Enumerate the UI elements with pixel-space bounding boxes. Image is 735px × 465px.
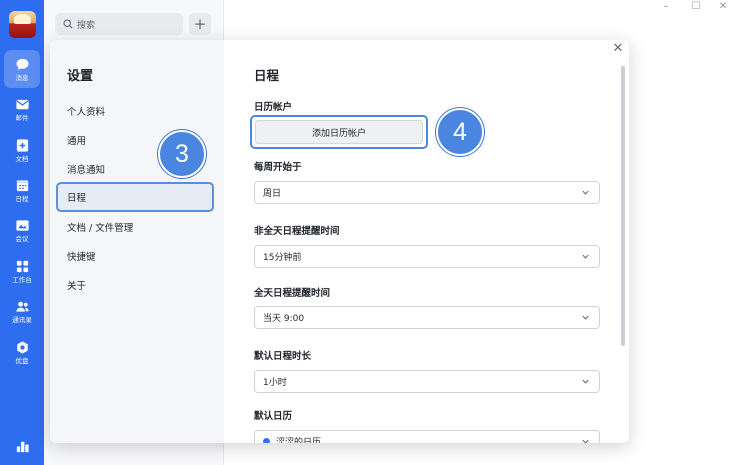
week-start-label: 每周开始于 xyxy=(254,162,302,173)
app-sidebar: 消息 邮件 文档 日程 会议 工作台 通讯录 优盘 xyxy=(0,0,44,465)
panel-title: 日程 xyxy=(254,68,280,83)
search-icon xyxy=(63,19,73,29)
avatar[interactable] xyxy=(9,11,36,38)
sidebar-item-docs[interactable]: 文档 xyxy=(0,131,44,169)
create-button[interactable]: + xyxy=(189,13,211,35)
step-badge-4: 4 xyxy=(436,108,484,156)
sidebar-item-label: 会议 xyxy=(15,234,29,243)
minimize-icon: – xyxy=(663,1,669,12)
sidebar-item-workplace[interactable]: 工作台 xyxy=(0,252,44,290)
sidebar-item-label: 日程 xyxy=(15,194,29,203)
maximize-button[interactable]: ☐ xyxy=(686,0,706,13)
minimize-button[interactable]: – xyxy=(656,0,676,13)
sidebar-item-meetings[interactable]: 会议 xyxy=(0,211,44,249)
sidebar-item-label: 工作台 xyxy=(12,275,32,284)
nav-item-about[interactable]: 关于 xyxy=(56,270,214,300)
default-calendar-label: 默认日历 xyxy=(254,411,293,422)
chevron-down-icon xyxy=(582,190,589,195)
add-calendar-account-button[interactable]: 添加日历帐户 xyxy=(250,115,428,149)
nav-item-profile[interactable]: 个人资料 xyxy=(56,96,214,126)
sidebar-item-mail[interactable]: 邮件 xyxy=(0,90,44,128)
window-close-icon: ✕ xyxy=(718,1,728,12)
default-calendar-select[interactable]: 涩涩的日历 xyxy=(254,430,600,443)
week-start-select[interactable]: 周日 xyxy=(254,181,600,204)
nav-item-docs-files[interactable]: 文档 / 文件管理 xyxy=(56,212,214,242)
sidebar-item-apps[interactable] xyxy=(0,427,44,465)
step-badge-3: 3 xyxy=(158,130,206,178)
chevron-down-icon xyxy=(582,315,589,320)
add-calendar-account-label: 添加日历帐户 xyxy=(255,120,423,144)
scrollbar[interactable] xyxy=(621,66,625,346)
sidebar-item-drive[interactable]: 优盘 xyxy=(0,333,44,371)
sidebar-item-label: 优盘 xyxy=(15,356,29,365)
chevron-down-icon xyxy=(582,439,589,443)
non-allday-reminder-value: 15分钟前 xyxy=(263,253,302,263)
settings-title: 设置 xyxy=(67,69,94,84)
mail-icon xyxy=(15,99,29,109)
allday-reminder-select[interactable]: 当天 9:00 xyxy=(254,306,600,329)
close-icon: ✕ xyxy=(612,41,624,56)
default-calendar-value: 涩涩的日历 xyxy=(276,438,322,443)
sidebar-item-messages[interactable]: 消息 xyxy=(4,50,40,88)
sidebar-item-label: 通讯录 xyxy=(12,315,32,324)
default-duration-select[interactable]: 1小时 xyxy=(254,370,600,393)
settings-dialog: 设置 个人资料 通用 消息通知 日程 文档 / 文件管理 快捷键 关于 日程 日… xyxy=(50,40,629,443)
chevron-down-icon xyxy=(582,379,589,384)
apps-icon xyxy=(16,441,29,452)
non-allday-reminder-select[interactable]: 15分钟前 xyxy=(254,245,600,268)
nav-item-shortcuts[interactable]: 快捷键 xyxy=(56,241,214,271)
video-icon xyxy=(15,219,29,231)
settings-nav: 设置 个人资料 通用 消息通知 日程 文档 / 文件管理 快捷键 关于 xyxy=(50,40,224,443)
doc-icon xyxy=(16,138,28,152)
default-duration-label: 默认日程时长 xyxy=(254,351,312,362)
plus-icon: + xyxy=(193,15,207,33)
search-input[interactable]: 搜索 xyxy=(55,13,183,35)
calendar-icon xyxy=(16,179,28,191)
nav-item-calendar[interactable]: 日程 xyxy=(56,182,214,212)
cloud-drive-icon xyxy=(16,340,28,354)
calendar-color-dot xyxy=(263,438,270,443)
sidebar-item-calendar[interactable]: 日程 xyxy=(0,171,44,209)
calendar-settings-panel: 日程 日历帐户 添加日历帐户 每周开始于 周日 非全天日程提醒时间 15分钟前 … xyxy=(224,40,629,443)
contacts-icon xyxy=(15,301,29,312)
sidebar-item-contacts[interactable]: 通讯录 xyxy=(0,292,44,330)
non-allday-reminder-label: 非全天日程提醒时间 xyxy=(254,226,340,237)
search-placeholder: 搜索 xyxy=(77,20,96,31)
window-close-button[interactable]: ✕ xyxy=(713,0,733,13)
grid-icon xyxy=(16,260,28,272)
calendar-account-label: 日历帐户 xyxy=(254,102,293,113)
sidebar-item-label: 消息 xyxy=(15,73,29,82)
sidebar-item-label: 邮件 xyxy=(15,113,29,122)
allday-reminder-label: 全天日程提醒时间 xyxy=(254,288,331,299)
chat-icon xyxy=(16,58,28,70)
sidebar-item-label: 文档 xyxy=(15,154,29,163)
dialog-close-button[interactable]: ✕ xyxy=(611,42,625,56)
maximize-icon: ☐ xyxy=(691,1,701,12)
allday-reminder-value: 当天 9:00 xyxy=(263,314,305,324)
week-start-value: 周日 xyxy=(263,189,282,199)
chevron-down-icon xyxy=(582,254,589,259)
default-duration-value: 1小时 xyxy=(263,378,287,388)
